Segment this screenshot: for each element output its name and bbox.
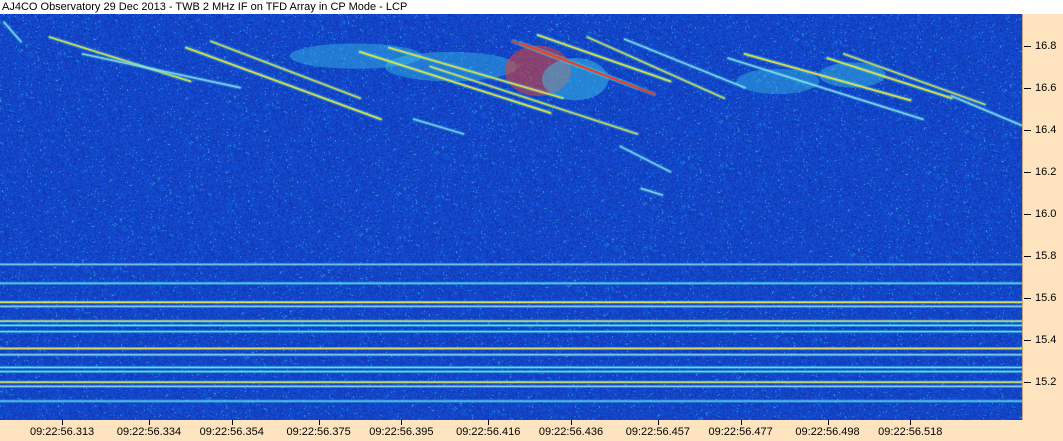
x-tick-label: 09:22:56.395 (369, 426, 434, 438)
drifting-burst (412, 118, 465, 135)
y-tick-label: 16.4 (1035, 123, 1057, 136)
x-tick (827, 420, 829, 425)
y-tick (1024, 171, 1031, 173)
x-tick (231, 420, 233, 425)
drifting-burst (640, 187, 663, 196)
x-tick (910, 420, 912, 425)
x-tick (401, 420, 403, 425)
y-tick-label: 15.4 (1035, 334, 1057, 347)
drifting-burst (950, 95, 1022, 127)
drifting-burst (3, 21, 22, 43)
drifting-burst (586, 36, 725, 100)
y-tick (1024, 213, 1031, 215)
y-tick (1024, 340, 1031, 342)
x-tick-label: 09:22:56.416 (456, 426, 521, 438)
x-tick-label: 09:22:56.375 (286, 426, 351, 438)
x-tick-label: 09:22:56.354 (199, 426, 264, 438)
x-tick-label: 09:22:56.477 (708, 426, 773, 438)
x-tick-label: 09:22:56.498 (795, 426, 860, 438)
x-tick (148, 420, 150, 425)
y-tick (1024, 382, 1031, 384)
y-tick-label: 16.6 (1035, 81, 1057, 94)
x-tick-label: 09:22:56.436 (538, 426, 604, 438)
y-tick-label: 16.0 (1035, 207, 1057, 220)
x-tick (570, 420, 572, 425)
y-tick (1024, 45, 1031, 47)
y-tick-label: 16.2 (1035, 165, 1057, 178)
y-tick-label: 15.6 (1035, 291, 1057, 304)
y-tick-label: 15.8 (1035, 249, 1057, 262)
y-tick-label: 16.8 (1035, 39, 1057, 52)
x-tick-label: 09:22:56.334 (116, 426, 182, 438)
drifting-burst (619, 145, 672, 173)
x-tick-label: 09:22:56.518 (878, 426, 943, 438)
x-tick (740, 420, 742, 425)
x-tick-label: 09:22:56.457 (625, 426, 690, 438)
y-tick (1024, 255, 1031, 257)
spectrogram-plot-area (0, 14, 1022, 420)
x-tick (657, 420, 659, 425)
frequency-axis: 15.2 15.4 15.6 15.8 16.0 16.2 16.4 16.6 16.8 (1022, 14, 1063, 420)
y-tick (1024, 87, 1031, 89)
y-tick (1024, 297, 1031, 299)
y-tick-label: 15.2 (1035, 376, 1057, 389)
spectrogram-marks (0, 20, 1022, 403)
y-tick (1024, 129, 1031, 131)
drifting-burst (48, 36, 192, 83)
x-tick (318, 420, 320, 425)
x-tick (62, 420, 64, 425)
time-axis: 09:22:56.313 09:22:56.334 09:22:56.354 09:2… (0, 420, 1063, 441)
x-tick (488, 420, 490, 425)
x-tick-label: 09:22:56.313 (29, 426, 95, 438)
chart-title: AJ4CO Observatory 29 Dec 2013 - TWB 2 MH… (2, 1, 408, 13)
